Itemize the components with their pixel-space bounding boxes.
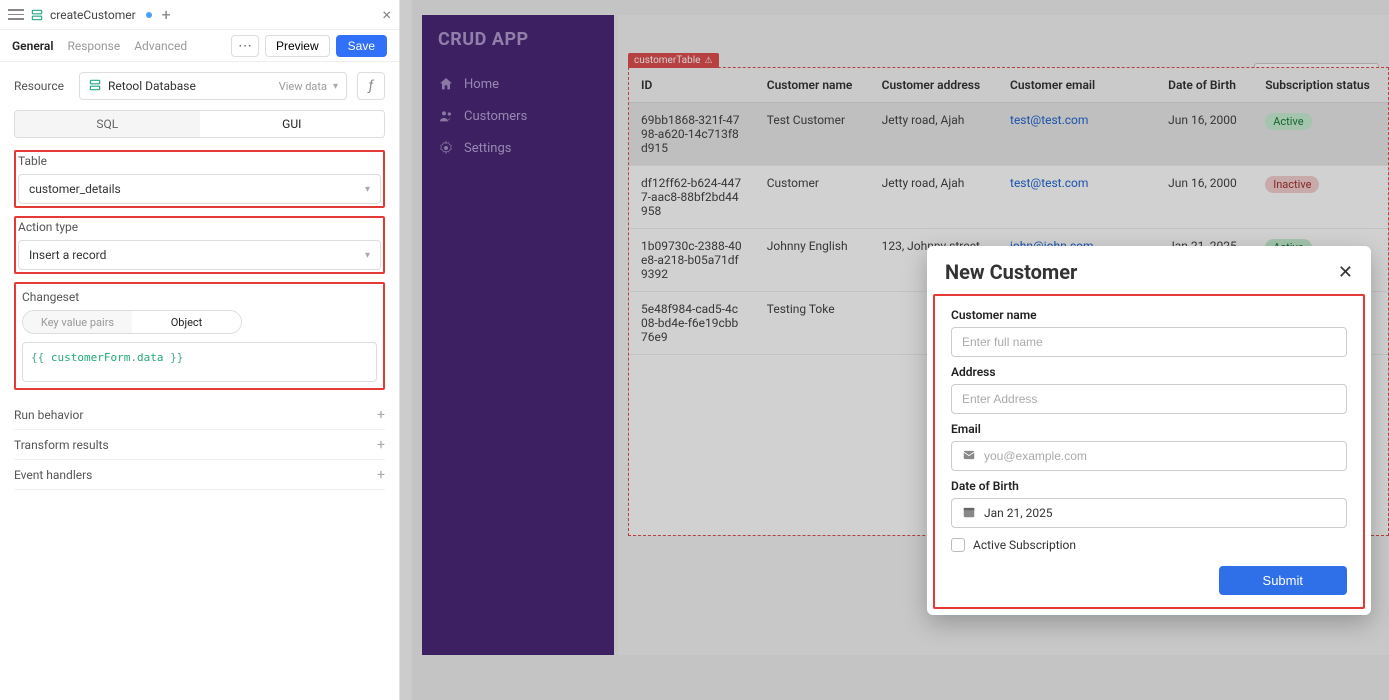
query-panel: createCustomer + × General Response Adva… bbox=[0, 0, 400, 700]
unsaved-indicator-icon bbox=[146, 12, 152, 18]
preview-button[interactable]: Preview bbox=[265, 35, 330, 57]
table-value: customer_details bbox=[29, 182, 121, 196]
modal-title: New Customer bbox=[945, 260, 1077, 284]
highlight-actiontype: Action type Insert a record ▾ bbox=[14, 216, 385, 274]
field-label-name: Customer name bbox=[951, 308, 1347, 322]
new-customer-modal: New Customer ✕ Customer name Address Ema… bbox=[927, 246, 1371, 615]
section-run-behavior[interactable]: Run behavior + bbox=[14, 400, 385, 430]
resource-label: Resource bbox=[14, 79, 69, 93]
changeset-label: Changeset bbox=[22, 290, 377, 304]
checkbox-label: Active Subscription bbox=[973, 538, 1076, 552]
mode-sql[interactable]: SQL bbox=[15, 111, 200, 137]
dob-value: Jan 21, 2025 bbox=[984, 506, 1053, 520]
address-input[interactable] bbox=[951, 384, 1347, 414]
calendar-icon bbox=[962, 505, 976, 522]
plus-icon: + bbox=[377, 437, 385, 453]
resource-select[interactable]: Retool Database View data ▾ bbox=[79, 72, 347, 100]
plus-icon: + bbox=[377, 467, 385, 483]
hamburger-icon[interactable] bbox=[8, 7, 24, 23]
tab-general[interactable]: General bbox=[12, 39, 53, 53]
view-data-link[interactable]: View data bbox=[279, 80, 327, 93]
resource-row: Resource Retool Database View data ▾ ƒ bbox=[14, 72, 385, 100]
query-header: createCustomer + × bbox=[0, 0, 399, 30]
actiontype-value: Insert a record bbox=[29, 248, 106, 262]
highlight-changeset: Changeset Key value pairs Object {{ cust… bbox=[14, 282, 385, 390]
function-button[interactable]: ƒ bbox=[357, 72, 385, 100]
field-label-address: Address bbox=[951, 365, 1347, 379]
chevron-down-icon: ▾ bbox=[365, 250, 370, 261]
actiontype-label: Action type bbox=[18, 220, 381, 234]
dob-input[interactable]: Jan 21, 2025 bbox=[951, 498, 1347, 528]
email-input[interactable] bbox=[951, 441, 1347, 471]
section-event-handlers[interactable]: Event handlers + bbox=[14, 460, 385, 490]
chevron-down-icon: ▾ bbox=[365, 184, 370, 195]
query-tabs: General Response Advanced ⋯ Preview Save bbox=[0, 30, 399, 62]
field-label-dob: Date of Birth bbox=[951, 479, 1347, 493]
database-icon bbox=[30, 8, 44, 22]
changeset-code[interactable]: {{ customerForm.data }} bbox=[22, 342, 377, 382]
section-transform-results[interactable]: Transform results + bbox=[14, 430, 385, 460]
tab-response[interactable]: Response bbox=[67, 39, 120, 53]
resource-value: Retool Database bbox=[108, 79, 196, 93]
mode-gui[interactable]: GUI bbox=[200, 111, 385, 137]
plus-icon: + bbox=[377, 407, 385, 423]
query-name[interactable]: createCustomer bbox=[50, 8, 136, 22]
more-button[interactable]: ⋯ bbox=[231, 35, 259, 57]
changeset-object[interactable]: Object bbox=[132, 311, 241, 333]
changeset-kvp[interactable]: Key value pairs bbox=[23, 311, 132, 333]
modal-close-button[interactable]: ✕ bbox=[1338, 262, 1353, 283]
submit-button[interactable]: Submit bbox=[1219, 566, 1347, 595]
envelope-icon bbox=[962, 448, 976, 465]
tab-advanced[interactable]: Advanced bbox=[134, 39, 187, 53]
active-subscription-checkbox[interactable]: Active Subscription bbox=[951, 538, 1347, 552]
add-tab-button[interactable]: + bbox=[162, 5, 171, 24]
mode-toggle: SQL GUI bbox=[14, 110, 385, 138]
actiontype-select[interactable]: Insert a record ▾ bbox=[18, 240, 381, 270]
database-icon bbox=[88, 78, 102, 95]
table-select[interactable]: customer_details ▾ bbox=[18, 174, 381, 204]
app-canvas: CRUD APP Home Customers Settings Enter v… bbox=[412, 0, 1389, 700]
chevron-down-icon: ▾ bbox=[333, 81, 338, 92]
highlight-form: Customer name Address Email Date of Birt… bbox=[933, 294, 1365, 609]
checkbox-icon bbox=[951, 538, 965, 552]
close-panel-button[interactable]: × bbox=[382, 5, 391, 24]
table-label: Table bbox=[18, 154, 381, 168]
field-label-email: Email bbox=[951, 422, 1347, 436]
highlight-table: Table customer_details ▾ bbox=[14, 150, 385, 208]
changeset-toggle: Key value pairs Object bbox=[22, 310, 242, 334]
save-button[interactable]: Save bbox=[336, 35, 387, 57]
customer-name-input[interactable] bbox=[951, 327, 1347, 357]
